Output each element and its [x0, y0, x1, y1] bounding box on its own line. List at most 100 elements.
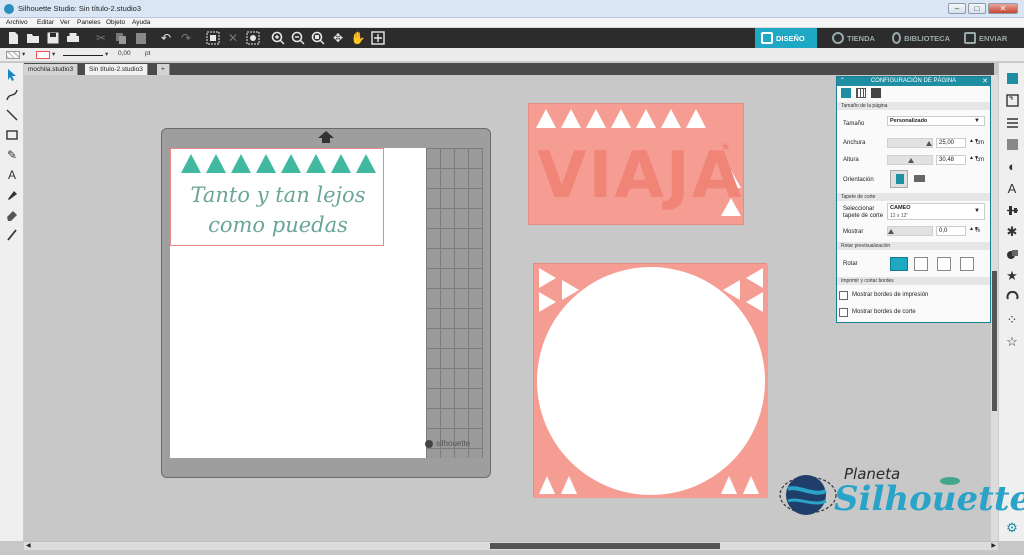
scroll-left-icon[interactable]: ◀ — [26, 542, 31, 549]
text-tool-icon[interactable]: A — [4, 167, 20, 183]
scroll-right-icon[interactable]: ▶ — [991, 542, 996, 549]
show-field[interactable]: 0,0 — [936, 226, 966, 236]
doc-tab-mochila[interactable]: mochila.studio3 — [24, 64, 79, 75]
modify-panel-icon[interactable] — [1003, 245, 1021, 263]
print-borders-checkbox[interactable] — [839, 291, 848, 300]
add-page-icon[interactable] — [370, 30, 386, 46]
mat-grid — [426, 148, 483, 458]
landscape-orientation-button[interactable] — [913, 172, 927, 184]
horizontal-scroll-thumb[interactable] — [490, 543, 720, 549]
line-style-panel-icon[interactable] — [1003, 113, 1021, 131]
sketch-dots-icon[interactable]: ⁘ — [1003, 311, 1021, 329]
page-setup-panel-icon[interactable] — [1003, 69, 1021, 87]
tab-store[interactable]: TIENDA — [826, 28, 884, 48]
line-color-swatch[interactable] — [36, 51, 50, 59]
trace-panel-icon[interactable] — [1003, 289, 1021, 307]
zoom-fit-icon[interactable] — [310, 30, 326, 46]
close-window-button[interactable]: ✕ — [988, 3, 1018, 14]
registration-marks-icon[interactable] — [1003, 91, 1021, 109]
tab-library[interactable]: BIBLIOTECA — [886, 28, 956, 48]
show-slider[interactable] — [887, 226, 933, 236]
pan-hand-icon[interactable]: ✋ — [350, 30, 366, 46]
tab-design[interactable]: DISEÑO — [755, 28, 817, 48]
fill-panel-icon[interactable] — [1003, 135, 1021, 153]
print-icon[interactable] — [65, 30, 81, 46]
replicate-panel-icon[interactable]: ✱ — [1003, 223, 1021, 241]
artwork-phrase[interactable]: Tanto y tan lejos como puedas — [170, 148, 384, 246]
menu-ver[interactable]: Ver — [60, 18, 70, 28]
undo-icon[interactable]: ↶ — [158, 30, 174, 46]
library-star-icon[interactable]: ☆ — [1003, 333, 1021, 351]
menu-paneles[interactable]: Paneles — [77, 18, 101, 28]
line-tool-icon[interactable] — [4, 107, 20, 123]
line-width-value[interactable]: 0,00 — [118, 50, 131, 57]
settings-gear-icon[interactable]: ⚙ — [1003, 519, 1021, 537]
height-field[interactable]: 30,48 — [936, 155, 966, 165]
rotate-0-button[interactable] — [890, 257, 908, 271]
select-arrow-icon[interactable] — [4, 67, 20, 83]
portrait-orientation-button[interactable] — [890, 170, 908, 188]
open-folder-icon[interactable] — [25, 30, 41, 46]
zoom-in-icon[interactable] — [270, 30, 286, 46]
fill-color-swatch[interactable] — [6, 51, 20, 59]
eraser-tool-icon[interactable] — [4, 207, 20, 223]
mat-select[interactable]: CAMEO 12 x 12" ▼ — [887, 203, 985, 220]
rotate-270-button[interactable] — [960, 257, 974, 271]
width-label: Anchura — [843, 140, 866, 146]
rectangle-tool-icon[interactable] — [4, 127, 20, 143]
new-document-icon[interactable] — [5, 30, 21, 46]
pencil-tool-icon[interactable]: ✎ — [4, 147, 20, 163]
align-panel-icon[interactable] — [1003, 201, 1021, 219]
text-style-icon[interactable]: A — [1003, 179, 1021, 197]
offset-star-icon[interactable]: ★ — [1003, 267, 1021, 285]
cut-icon[interactable]: ✂ — [93, 30, 109, 46]
page-tab-icon[interactable] — [841, 88, 851, 98]
menu-editar[interactable]: Editar — [37, 18, 54, 28]
minimize-button[interactable]: – — [948, 3, 966, 14]
cut-borders-checkbox[interactable] — [839, 308, 848, 317]
line-style-preview[interactable] — [63, 55, 103, 56]
copy-icon[interactable] — [113, 30, 129, 46]
rotate-180-button[interactable] — [937, 257, 951, 271]
redo-icon[interactable]: ↷ — [178, 30, 194, 46]
knife-tool-icon[interactable] — [4, 227, 20, 243]
tab-send[interactable]: ENVIAR — [958, 28, 1016, 48]
zoom-out-icon[interactable] — [290, 30, 306, 46]
line-color-dropdown-icon[interactable]: ▾ — [52, 50, 55, 58]
width-slider[interactable] — [887, 138, 933, 148]
menu-objeto[interactable]: Objeto — [106, 18, 125, 28]
new-tab-button[interactable]: + — [157, 64, 170, 75]
rotate-90-button[interactable] — [914, 257, 928, 271]
ungroup-icon[interactable]: ✕ — [225, 30, 241, 46]
mint-triangle-row — [181, 154, 376, 173]
vertical-scroll-thumb[interactable] — [992, 271, 997, 411]
horizontal-scrollbar[interactable]: ◀ ▶ — [24, 541, 998, 550]
menu-ayuda[interactable]: Ayuda — [132, 18, 150, 28]
select-all-icon[interactable] — [245, 30, 261, 46]
artwork-circle-frame[interactable] — [533, 263, 768, 498]
design-grid-icon — [761, 32, 773, 44]
menu-archivo[interactable]: Archivo — [6, 18, 28, 28]
save-icon[interactable] — [45, 30, 61, 46]
grid-tab-icon[interactable] — [856, 88, 866, 98]
width-field[interactable]: 25,00 — [936, 138, 966, 148]
doc-tab-sin-titulo-2[interactable]: Sin título-2.studio3 — [85, 64, 148, 75]
vertical-scrollbar[interactable] — [991, 75, 998, 541]
height-slider[interactable] — [887, 155, 933, 165]
edit-points-icon[interactable] — [4, 87, 20, 103]
maximize-button[interactable]: □ — [968, 3, 986, 14]
background-tab-icon[interactable] — [871, 88, 881, 98]
paste-icon[interactable] — [133, 30, 149, 46]
fill-gradient-icon[interactable]: ◐ — [1003, 157, 1021, 175]
title-bar: Silhouette Studio: Sin título-2.studio3 … — [0, 0, 1024, 18]
fill-dropdown-icon[interactable]: ▾ — [22, 50, 25, 58]
line-style-dropdown-icon[interactable]: ▾ — [105, 50, 108, 58]
fill-tool-icon[interactable] — [4, 187, 20, 203]
group-icon[interactable] — [205, 30, 221, 46]
collapse-panel-icon[interactable]: ⌃ — [840, 77, 845, 86]
section-print-cut: Imprimir y cortar bordes — [837, 277, 990, 285]
move-arrows-icon[interactable]: ✥ — [330, 30, 346, 46]
close-panel-icon[interactable]: ✕ — [982, 77, 988, 86]
artwork-viaja[interactable]: VIAJA * — [528, 103, 744, 225]
size-select[interactable]: Personalizado ▼ — [887, 116, 985, 126]
